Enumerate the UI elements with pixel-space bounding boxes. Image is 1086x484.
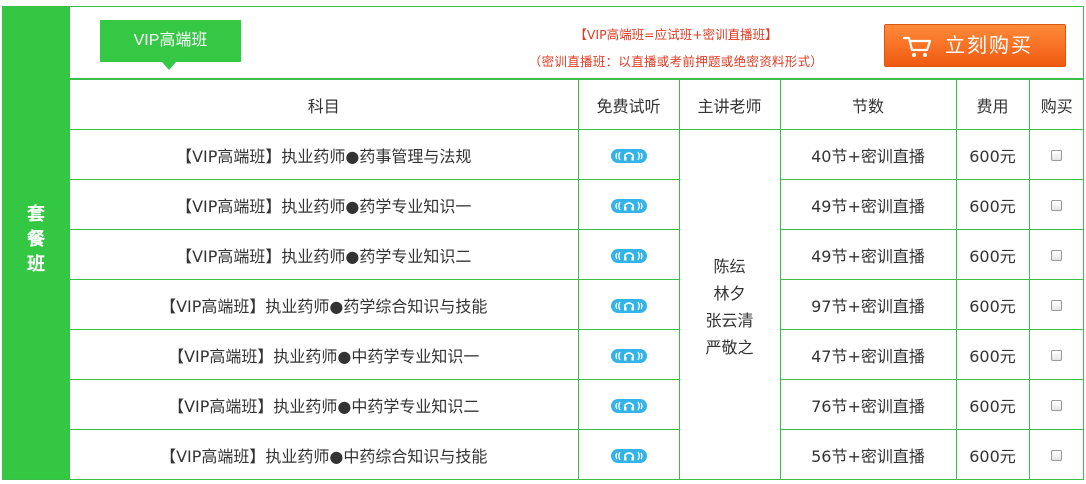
course-fee: 600元 — [955, 279, 1030, 330]
free-trial-cell — [577, 229, 680, 280]
audio-play-icon[interactable] — [610, 348, 647, 363]
sidebar-char: 套 — [27, 204, 45, 225]
course-package-panel: 套 餐 班 VIP高端班 【VIP高端班=应试班+密训直播班】 （密训直播班：以… — [2, 6, 1084, 480]
course-subject[interactable]: 【VIP高端班】执业药师●中药学专业知识二 — [70, 379, 579, 430]
course-subject[interactable]: 【VIP高端班】执业药师●中药学专业知识一 — [70, 329, 579, 380]
buy-checkbox-cell — [1028, 379, 1084, 430]
free-trial-cell — [577, 429, 680, 480]
teacher-name: 陈纭 — [713, 256, 746, 276]
course-subject[interactable]: 【VIP高端班】执业药师●药学专业知识一 — [70, 179, 579, 230]
table-row: 【VIP高端班】执业药师●中药学专业知识二 76节+密训直播 600元 — [70, 379, 1084, 430]
buy-now-label: 立刻购买 — [945, 33, 1033, 57]
audio-play-icon[interactable] — [610, 398, 647, 413]
buy-checkbox[interactable] — [1051, 350, 1063, 361]
audio-play-icon[interactable] — [610, 148, 647, 163]
teacher-cell: 陈纭林夕张云清严敬之 — [678, 129, 781, 480]
sidebar-char: 班 — [27, 254, 45, 275]
free-trial-cell — [577, 329, 680, 380]
course-subject[interactable]: 【VIP高端班】执业药师●药学综合知识与技能 — [70, 279, 579, 330]
course-fee: 600元 — [955, 229, 1030, 280]
course-table: 科目 免费试听 主讲老师 节数 费用 购买 【VIP高端班】执业药师●药事管理与… — [70, 79, 1084, 480]
audio-play-icon[interactable] — [610, 198, 647, 213]
course-fee: 600元 — [955, 379, 1030, 430]
buy-checkbox-cell — [1028, 279, 1084, 330]
lesson-count: 47节+密训直播 — [779, 329, 957, 380]
class-note-line2: （密训直播班：以直播或考前押题或绝密资料形式） — [528, 54, 824, 69]
course-subject[interactable]: 【VIP高端班】执业药师●药事管理与法规 — [70, 129, 579, 180]
buy-checkbox[interactable] — [1051, 200, 1063, 211]
free-trial-cell — [577, 129, 680, 180]
teacher-name: 林夕 — [713, 283, 746, 303]
buy-checkbox[interactable] — [1051, 250, 1063, 261]
free-trial-cell — [577, 279, 680, 330]
course-subject[interactable]: 【VIP高端班】执业药师●中药综合知识与技能 — [70, 429, 579, 480]
shopping-cart-icon — [903, 36, 932, 57]
column-header-trial: 免费试听 — [577, 79, 680, 130]
package-header: VIP高端班 【VIP高端班=应试班+密训直播班】 （密训直播班：以直播或考前押… — [70, 7, 1084, 79]
table-row: 【VIP高端班】执业药师●中药综合知识与技能 56节+密训直播 600元 — [70, 429, 1084, 480]
package-sidebar: 套 餐 班 — [3, 7, 69, 479]
course-fee: 600元 — [955, 429, 1030, 480]
buy-checkbox[interactable] — [1051, 150, 1063, 161]
teacher-name: 张云清 — [705, 310, 754, 330]
lesson-count: 49节+密训直播 — [779, 229, 957, 280]
table-row: 【VIP高端班】执业药师●药事管理与法规 陈纭 林夕 张云清 严敬之 40节+密训直播 … — [70, 129, 1084, 480]
table-row: 【VIP高端班】执业药师●中药学专业知识一 47节+密训直播 600元 — [70, 329, 1084, 380]
table-row: 【VIP高端班】执业药师●药学专业知识一 49节+密训直播 600元 — [70, 179, 1084, 230]
lesson-count: 40节+密训直播 — [779, 129, 957, 180]
buy-checkbox-cell — [1028, 179, 1084, 230]
buy-checkbox-cell — [1028, 429, 1084, 480]
column-header-fee: 费用 — [955, 79, 1030, 130]
teacher-name: 严敬之 — [705, 337, 754, 357]
table-header-row: 科目 免费试听 主讲老师 节数 费用 购买 — [70, 79, 1084, 130]
buy-checkbox[interactable] — [1051, 450, 1063, 462]
audio-play-icon[interactable] — [610, 298, 647, 313]
column-header-buy: 购买 — [1028, 79, 1084, 130]
lesson-count: 49节+密训直播 — [779, 179, 957, 230]
buy-checkbox-cell — [1028, 129, 1084, 180]
table-row: 【VIP高端班】执业药师●药学专业知识二 49节+密训直播 600元 — [70, 229, 1084, 280]
course-fee: 600元 — [955, 179, 1030, 230]
column-header-subject: 科目 — [70, 79, 579, 130]
package-content: VIP高端班 【VIP高端班=应试班+密训直播班】 （密训直播班：以直播或考前押… — [69, 7, 1084, 480]
buy-checkbox[interactable] — [1051, 300, 1063, 311]
lesson-count: 97节+密训直播 — [779, 279, 957, 330]
audio-play-icon[interactable] — [610, 448, 647, 463]
course-fee: 600元 — [955, 329, 1030, 380]
course-fee: 600元 — [955, 129, 1030, 180]
table-row: 【VIP高端班】执业药师●药学综合知识与技能 97节+密训直播 600元 — [70, 279, 1084, 330]
course-subject[interactable]: 【VIP高端班】执业药师●药学专业知识二 — [70, 229, 579, 280]
buy-checkbox-cell — [1028, 229, 1084, 280]
buy-checkbox-cell — [1028, 329, 1084, 380]
class-tag: VIP高端班 — [100, 20, 241, 70]
audio-play-icon[interactable] — [610, 248, 647, 263]
package-sidebar-label: 套 餐 班 — [3, 202, 69, 277]
lesson-count: 56节+密训直播 — [779, 429, 957, 480]
column-header-teacher: 主讲老师 — [678, 79, 781, 130]
sidebar-char: 餐 — [27, 229, 45, 250]
buy-now-button[interactable]: 立刻购买 — [884, 24, 1066, 67]
buy-checkbox[interactable] — [1051, 400, 1063, 411]
free-trial-cell — [577, 379, 680, 430]
column-header-lessons: 节数 — [779, 79, 957, 130]
free-trial-cell — [577, 179, 680, 230]
class-note-line1: 【VIP高端班=应试班+密训直播班】 — [574, 27, 778, 42]
lesson-count: 76节+密训直播 — [779, 379, 957, 430]
